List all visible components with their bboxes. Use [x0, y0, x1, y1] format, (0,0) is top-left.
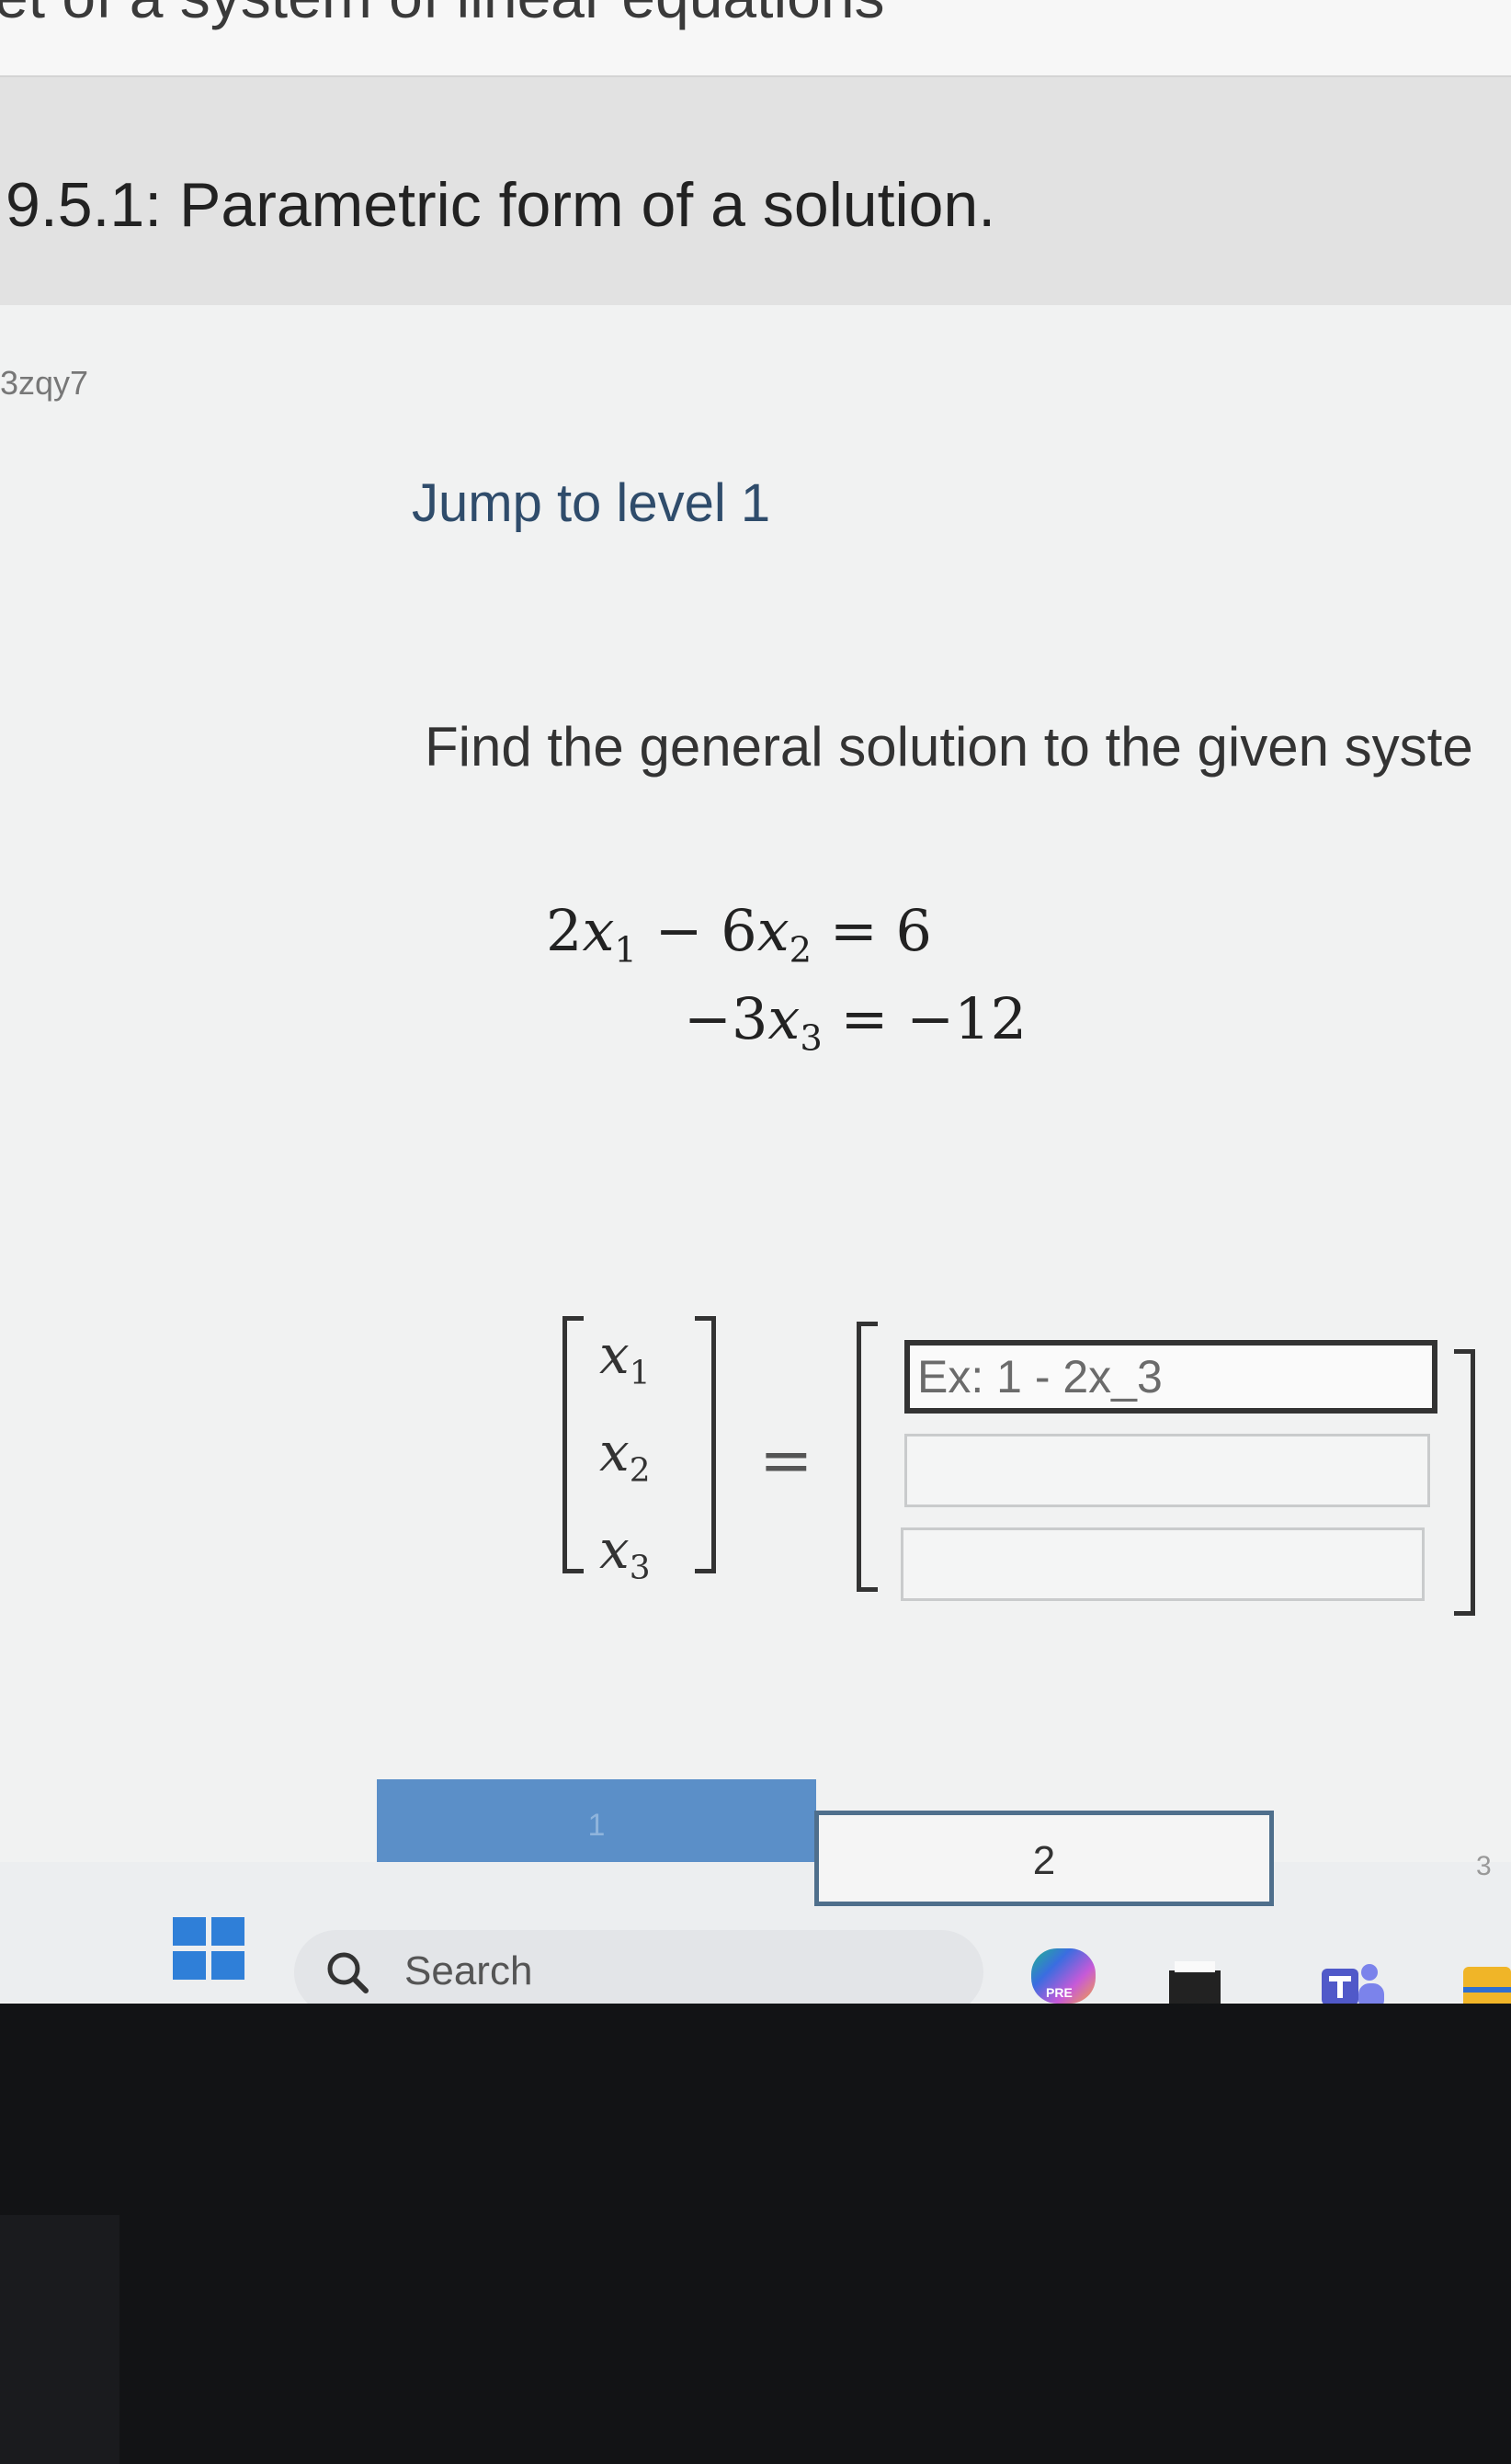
equation-2-rhs: −12	[906, 985, 1028, 1052]
var-x2: x2	[599, 1421, 651, 1490]
activity-id: 3zqy7	[0, 364, 89, 402]
level-2-tab[interactable]: 2	[814, 1811, 1274, 1906]
vector-left-bracket-open	[562, 1316, 584, 1573]
copilot-icon[interactable]: PRE	[1031, 1948, 1096, 2004]
equation-1: 2x1 − 6x2 = 6	[546, 897, 932, 971]
taskbar-search[interactable]: Search	[294, 1930, 983, 2004]
answer-input-x2[interactable]	[904, 1434, 1430, 1507]
file-explorer-icon[interactable]	[1463, 1967, 1511, 2004]
answer-input-x1[interactable]	[904, 1340, 1437, 1414]
var-x3: x3	[599, 1518, 651, 1587]
equation-1-rhs: 6	[895, 897, 932, 964]
microsoft-store-icon[interactable]	[1169, 1961, 1221, 2004]
search-label: Search	[404, 1948, 533, 1993]
screen: et of a system of linear equations 9.5.1…	[0, 0, 1511, 2004]
jump-to-level-link[interactable]: Jump to level 1	[412, 472, 770, 534]
copilot-badge: PRE	[1046, 1985, 1073, 2000]
section-title: 9.5.1: Parametric form of a solution.	[6, 170, 996, 240]
equation-2: −3x3 = −12	[684, 985, 1028, 1060]
equals-sign: =	[759, 1423, 813, 1498]
level-1-tab[interactable]: 1	[377, 1779, 816, 1864]
chapter-title: et of a system of linear equations	[0, 0, 885, 31]
vector-left-bracket-close	[695, 1316, 716, 1573]
answer-input-x3[interactable]	[901, 1527, 1425, 1601]
answer-bracket-close	[1454, 1349, 1475, 1616]
monitor-bezel	[0, 2004, 1511, 2464]
teams-icon[interactable]	[1318, 1959, 1388, 2004]
search-icon	[327, 1952, 369, 1993]
answer-bracket-open	[857, 1322, 878, 1592]
level-3-tab[interactable]: 3	[1476, 1851, 1492, 1882]
problem-prompt: Find the general solution to the given s…	[425, 716, 1473, 778]
var-x1: x1	[599, 1323, 651, 1392]
windows-start-icon[interactable]	[173, 1917, 246, 1981]
desk-shadow	[0, 2215, 119, 2464]
chapter-header: et of a system of linear equations	[0, 0, 1511, 77]
